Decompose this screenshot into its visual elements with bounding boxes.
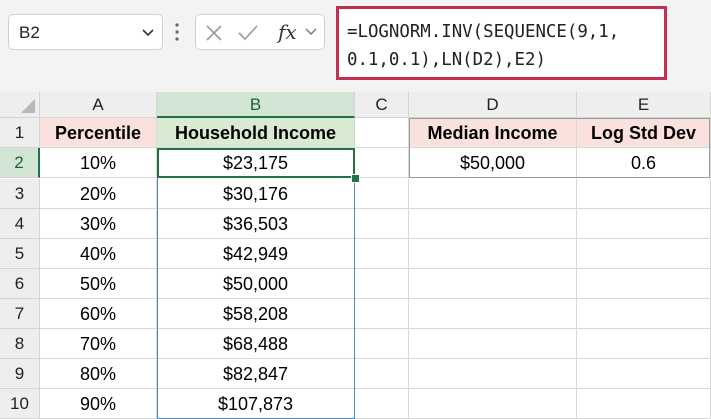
empty-cell[interactable] xyxy=(355,389,409,419)
income-cell[interactable]: $42,949 xyxy=(157,239,355,269)
percentile-cell[interactable]: 40% xyxy=(40,239,157,269)
percentile-cell[interactable]: 20% xyxy=(40,179,157,209)
column-header-c[interactable]: C xyxy=(355,92,409,118)
column-header-e[interactable]: E xyxy=(577,92,711,118)
row-header-7[interactable]: 7 xyxy=(0,299,40,329)
empty-cell[interactable] xyxy=(355,359,409,389)
row-header-4[interactable]: 4 xyxy=(0,209,40,239)
empty-cell[interactable] xyxy=(577,239,711,269)
row-header-5[interactable]: 5 xyxy=(0,239,40,269)
empty-cell[interactable] xyxy=(577,329,711,359)
empty-cell[interactable] xyxy=(409,329,577,359)
row-header-9[interactable]: 9 xyxy=(0,359,40,389)
formula-line-2: 0.1,0.1),LN(D2),E2) xyxy=(347,50,546,70)
chevron-down-icon[interactable] xyxy=(140,24,156,40)
formula-bar-area: B2 fx =LOGNORM.INV(SEQUENCE(9,1, 0.1,0.1… xyxy=(0,0,711,92)
header-percentile[interactable]: Percentile xyxy=(40,118,157,148)
income-cell[interactable]: $68,488 xyxy=(157,329,355,359)
percentile-cell[interactable]: 60% xyxy=(40,299,157,329)
empty-cell[interactable] xyxy=(409,179,577,209)
name-box-value: B2 xyxy=(19,23,40,42)
column-header-b[interactable]: B xyxy=(157,92,355,118)
income-cell[interactable]: $23,175 xyxy=(157,148,355,178)
cell-c1[interactable] xyxy=(355,118,409,148)
check-icon[interactable] xyxy=(236,23,260,43)
empty-cell[interactable] xyxy=(409,269,577,299)
empty-cell[interactable] xyxy=(355,209,409,239)
percentile-cell[interactable]: 70% xyxy=(40,329,157,359)
percentile-cell[interactable]: 50% xyxy=(40,269,157,299)
median-income-value[interactable]: $50,000 xyxy=(409,148,577,178)
empty-cell[interactable] xyxy=(355,299,409,329)
empty-cell[interactable] xyxy=(409,209,577,239)
name-box[interactable]: B2 xyxy=(8,14,163,50)
income-cell[interactable]: $58,208 xyxy=(157,299,355,329)
header-median-income[interactable]: Median Income xyxy=(409,118,577,148)
income-cell[interactable]: $82,847 xyxy=(157,359,355,389)
empty-cell[interactable] xyxy=(577,299,711,329)
empty-cell[interactable] xyxy=(577,389,711,419)
column-header-a[interactable]: A xyxy=(40,92,157,118)
empty-cell[interactable] xyxy=(409,359,577,389)
formula-input[interactable]: =LOGNORM.INV(SEQUENCE(9,1, 0.1,0.1),LN(D… xyxy=(336,6,667,80)
header-log-std-dev[interactable]: Log Std Dev xyxy=(577,118,711,148)
empty-cell[interactable] xyxy=(355,148,409,178)
empty-cell[interactable] xyxy=(577,179,711,209)
empty-cell[interactable] xyxy=(409,389,577,419)
insert-function-button[interactable]: fx xyxy=(278,20,297,44)
chevron-down-icon[interactable] xyxy=(304,26,318,38)
formula-controls: fx xyxy=(195,14,325,50)
fill-handle[interactable] xyxy=(351,174,360,183)
log-std-dev-value[interactable]: 0.6 xyxy=(577,148,711,178)
empty-cell[interactable] xyxy=(409,299,577,329)
empty-cell[interactable] xyxy=(355,239,409,269)
more-options-icon[interactable] xyxy=(172,20,182,44)
income-cell[interactable]: $107,873 xyxy=(157,389,355,419)
empty-cell[interactable] xyxy=(577,359,711,389)
select-all-button[interactable] xyxy=(0,92,40,118)
row-header-10[interactable]: 10 xyxy=(0,389,40,419)
empty-cell[interactable] xyxy=(409,239,577,269)
row-header-8[interactable]: 8 xyxy=(0,329,40,359)
percentile-cell[interactable]: 30% xyxy=(40,209,157,239)
select-all-triangle-icon xyxy=(21,99,35,113)
empty-cell[interactable] xyxy=(577,209,711,239)
income-cell[interactable]: $50,000 xyxy=(157,269,355,299)
spreadsheet-grid[interactable]: A B C D E 1 2 3 4 5 6 7 8 9 10 Percentile Household Inco… xyxy=(0,92,711,419)
percentile-cell[interactable]: 80% xyxy=(40,359,157,389)
income-cell[interactable]: $30,176 xyxy=(157,179,355,209)
empty-cell[interactable] xyxy=(355,269,409,299)
row-header-2[interactable]: 2 xyxy=(0,148,40,178)
percentile-cell[interactable]: 10% xyxy=(40,148,157,178)
empty-cell[interactable] xyxy=(577,269,711,299)
header-household-income[interactable]: Household Income xyxy=(157,118,355,148)
column-header-d[interactable]: D xyxy=(409,92,577,118)
formula-line-1: =LOGNORM.INV(SEQUENCE(9,1, xyxy=(347,22,620,42)
empty-cell[interactable] xyxy=(355,329,409,359)
row-header-1[interactable]: 1 xyxy=(0,118,40,148)
formula-text: =LOGNORM.INV(SEQUENCE(9,1, 0.1,0.1),LN(D… xyxy=(347,18,663,74)
row-header-3[interactable]: 3 xyxy=(0,179,40,209)
income-cell[interactable]: $36,503 xyxy=(157,209,355,239)
percentile-cell[interactable]: 90% xyxy=(40,389,157,419)
row-header-6[interactable]: 6 xyxy=(0,269,40,299)
empty-cell[interactable] xyxy=(355,179,409,209)
close-icon[interactable] xyxy=(204,23,224,43)
